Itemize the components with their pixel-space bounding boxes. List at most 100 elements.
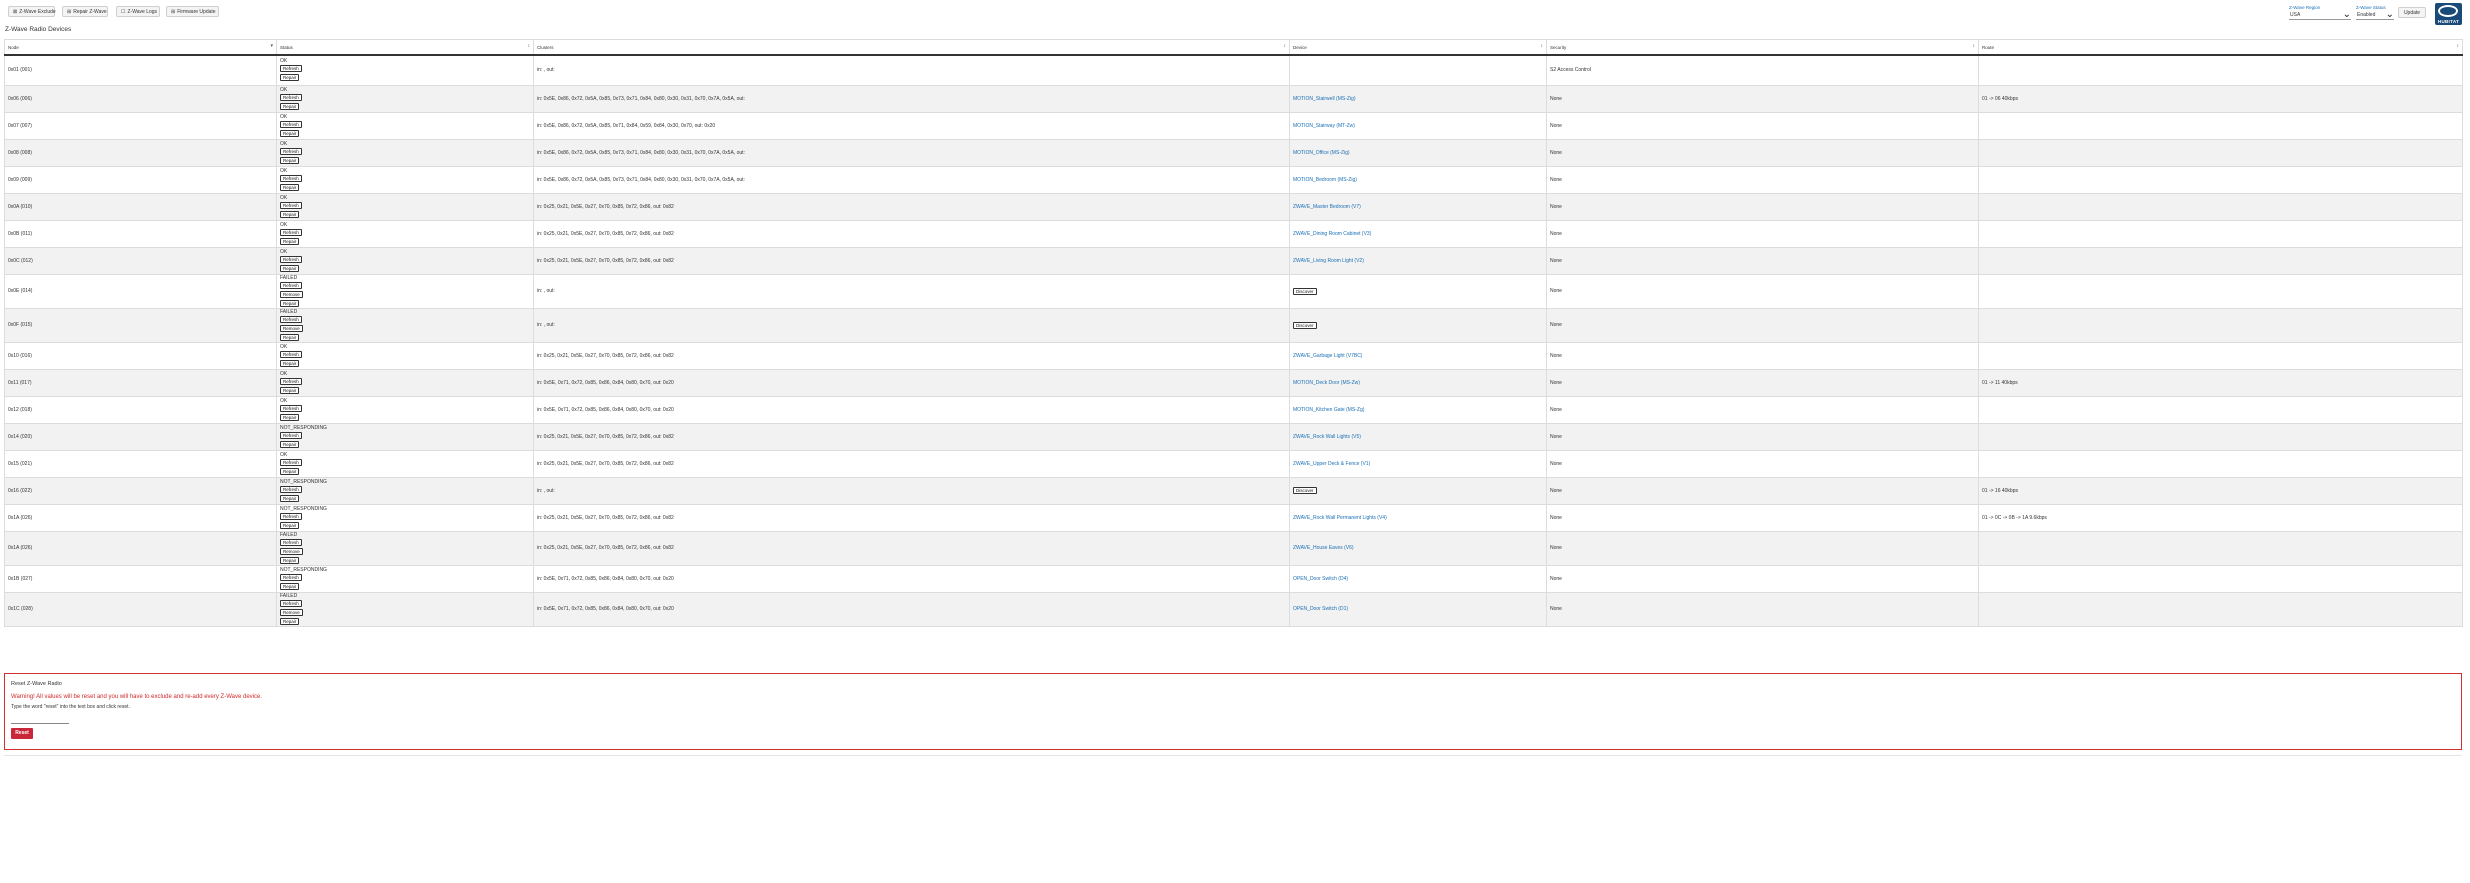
device-link[interactable]: MOTION_Bedroom (MS-Zig)	[1293, 177, 1357, 183]
repair-button[interactable]: Repair	[280, 521, 300, 529]
device-link[interactable]: OPEN_Door Switch (D1)	[1293, 606, 1348, 612]
refresh-button[interactable]: Refresh	[280, 573, 302, 581]
device-cell: MOTION_Kitchen Gate (MS-Zg)	[1289, 395, 1547, 424]
refresh-button[interactable]: Refresh	[280, 538, 302, 546]
status-button-row: Refresh	[280, 315, 530, 324]
refresh-button[interactable]: Refresh	[280, 315, 302, 323]
repair-button[interactable]: Repair	[280, 333, 300, 341]
device-link[interactable]: MOTION_Stairway (MT-Zw)	[1293, 123, 1355, 129]
status-button-row: Refresh	[280, 431, 530, 440]
firmware-update-button[interactable]: ⊞ Firmware Update	[166, 6, 219, 17]
refresh-button[interactable]: Refresh	[280, 458, 302, 466]
zwave-status-select[interactable]: Z-Wave Status Enabled ⌄	[2356, 5, 2394, 20]
column-header-security[interactable]: Security ↕	[1546, 39, 1979, 56]
refresh-button[interactable]: Refresh	[280, 255, 302, 263]
remove-button[interactable]: Remove	[280, 290, 303, 298]
update-button[interactable]: Update	[2398, 7, 2426, 18]
device-link[interactable]: ZWAVE_Master Bedroom (V7)	[1293, 204, 1361, 210]
remove-button[interactable]: Remove	[280, 608, 303, 616]
repair-zwave-button[interactable]: ⊞ Repair Z-Wave	[62, 6, 108, 17]
device-link[interactable]: ZWAVE_Rock Wall Permanent Lights (V4)	[1293, 515, 1387, 521]
repair-button[interactable]: Repair	[280, 494, 300, 502]
route-cell	[1978, 111, 2463, 140]
status-cell: OK Refresh Repair	[276, 192, 534, 221]
repair-button[interactable]: Repair	[280, 299, 300, 307]
repair-button[interactable]: Repair	[280, 74, 300, 82]
refresh-button[interactable]: Refresh	[280, 512, 302, 520]
refresh-button[interactable]: Refresh	[280, 599, 302, 607]
repair-button[interactable]: Repair	[280, 129, 300, 137]
column-header-clusters[interactable]: Clusters ↕	[533, 39, 1290, 56]
reset-confirm-input[interactable]	[11, 717, 69, 724]
refresh-button[interactable]: Refresh	[280, 93, 302, 101]
device-link[interactable]: OPEN_Door Switch (D4)	[1293, 576, 1348, 582]
repair-button[interactable]: Repair	[280, 156, 300, 164]
refresh-button[interactable]: Refresh	[280, 485, 302, 493]
clusters-cell: in: , out:	[533, 54, 1290, 86]
device-link[interactable]: ZWAVE_Upper Deck & Fence (V1)	[1293, 461, 1370, 467]
device-link[interactable]: ZWAVE_Garbage Light (V7BC)	[1293, 353, 1362, 359]
clusters-cell: in: , out:	[533, 307, 1290, 343]
device-link[interactable]: ZWAVE_House Eaves (V6)	[1293, 545, 1354, 551]
device-link[interactable]: ZWAVE_Dining Room Cabinet (V3)	[1293, 231, 1371, 237]
zwave-region-select[interactable]: Z-Wave Region USA ⌄	[2289, 5, 2351, 20]
device-link[interactable]: MOTION_Office (MS-Zig)	[1293, 150, 1350, 156]
device-cell: Discover	[1289, 273, 1547, 309]
discover-button[interactable]: Discover	[1293, 287, 1317, 295]
remove-button[interactable]: Remove	[280, 324, 303, 332]
zwave-region-value[interactable]: USA ⌄	[2289, 9, 2351, 20]
repair-button[interactable]: Repair	[280, 386, 300, 394]
status-button-row: Refresh	[280, 512, 530, 521]
reset-button[interactable]: Reset	[11, 728, 33, 739]
clusters-cell: in: 0x25, 0x21, 0x5E, 0x27, 0x70, 0x85, …	[533, 192, 1290, 221]
repair-button[interactable]: Repair	[280, 582, 300, 590]
top-toolbar: ⊠ Z-Wave Exclude ⊞ Repair Z-Wave ☐ Z-Wave L…	[0, 0, 2470, 28]
device-link[interactable]: ZWAVE_Rock Wall Lights (V5)	[1293, 434, 1361, 440]
repair-button[interactable]: Repair	[280, 102, 300, 110]
security-cell: None	[1546, 307, 1979, 343]
refresh-button[interactable]: Refresh	[280, 120, 302, 128]
refresh-button[interactable]: Refresh	[280, 174, 302, 182]
column-header-status[interactable]: Status ↕	[276, 39, 534, 56]
refresh-button[interactable]: Refresh	[280, 377, 302, 385]
refresh-button[interactable]: Refresh	[280, 350, 302, 358]
column-header-device[interactable]: Device ↕	[1289, 39, 1547, 56]
device-link[interactable]: ZWAVE_Living Room Light (V2)	[1293, 258, 1364, 264]
zwave-logs-button[interactable]: ☐ Z-Wave Logs	[116, 6, 160, 17]
refresh-button[interactable]: Refresh	[280, 431, 302, 439]
discover-button[interactable]: Discover	[1293, 321, 1317, 329]
repair-button[interactable]: Repair	[280, 617, 300, 625]
device-link[interactable]: MOTION_Deck Door (MS-Zw)	[1293, 380, 1360, 386]
refresh-button[interactable]: Refresh	[280, 281, 302, 289]
node-cell: 0x11 (017)	[4, 368, 277, 397]
status-button-row: Remove	[280, 547, 530, 556]
repair-button[interactable]: Repair	[280, 556, 300, 564]
device-cell: ZWAVE_Living Room Light (V2)	[1289, 246, 1547, 275]
status-cell: OK Refresh Repair	[276, 84, 534, 113]
device-link[interactable]: MOTION_Kitchen Gate (MS-Zg)	[1293, 407, 1364, 413]
refresh-button[interactable]: Refresh	[280, 228, 302, 236]
column-header-route[interactable]: Route ↕	[1978, 39, 2463, 56]
clusters-cell: in: 0x25, 0x21, 0x5E, 0x27, 0x70, 0x85, …	[533, 503, 1290, 532]
repair-button[interactable]: Repair	[280, 440, 300, 448]
device-link[interactable]: MOTION_Stairwell (MS-Zig)	[1293, 96, 1356, 102]
repair-button[interactable]: Repair	[280, 359, 300, 367]
zwave-exclude-button[interactable]: ⊠ Z-Wave Exclude	[8, 6, 56, 17]
clusters-cell: in: 0x25, 0x21, 0x5E, 0x27, 0x70, 0x85, …	[533, 219, 1290, 248]
repair-button[interactable]: Repair	[280, 413, 300, 421]
zwave-status-value[interactable]: Enabled ⌄	[2356, 9, 2394, 20]
repair-button[interactable]: Repair	[280, 183, 300, 191]
repair-button[interactable]: Repair	[280, 264, 300, 272]
device-cell: Discover	[1289, 476, 1547, 505]
repair-button[interactable]: Repair	[280, 467, 300, 475]
remove-button[interactable]: Remove	[280, 547, 303, 555]
refresh-button[interactable]: Refresh	[280, 201, 302, 209]
repair-button[interactable]: Repair	[280, 237, 300, 245]
refresh-button[interactable]: Refresh	[280, 404, 302, 412]
refresh-button[interactable]: Refresh	[280, 147, 302, 155]
discover-button[interactable]: Discover	[1293, 487, 1317, 494]
node-cell: 0x01 (001)	[4, 54, 277, 86]
refresh-button[interactable]: Refresh	[280, 65, 302, 73]
column-header-node[interactable]: Node ▾	[4, 39, 277, 56]
repair-button[interactable]: Repair	[280, 210, 300, 218]
